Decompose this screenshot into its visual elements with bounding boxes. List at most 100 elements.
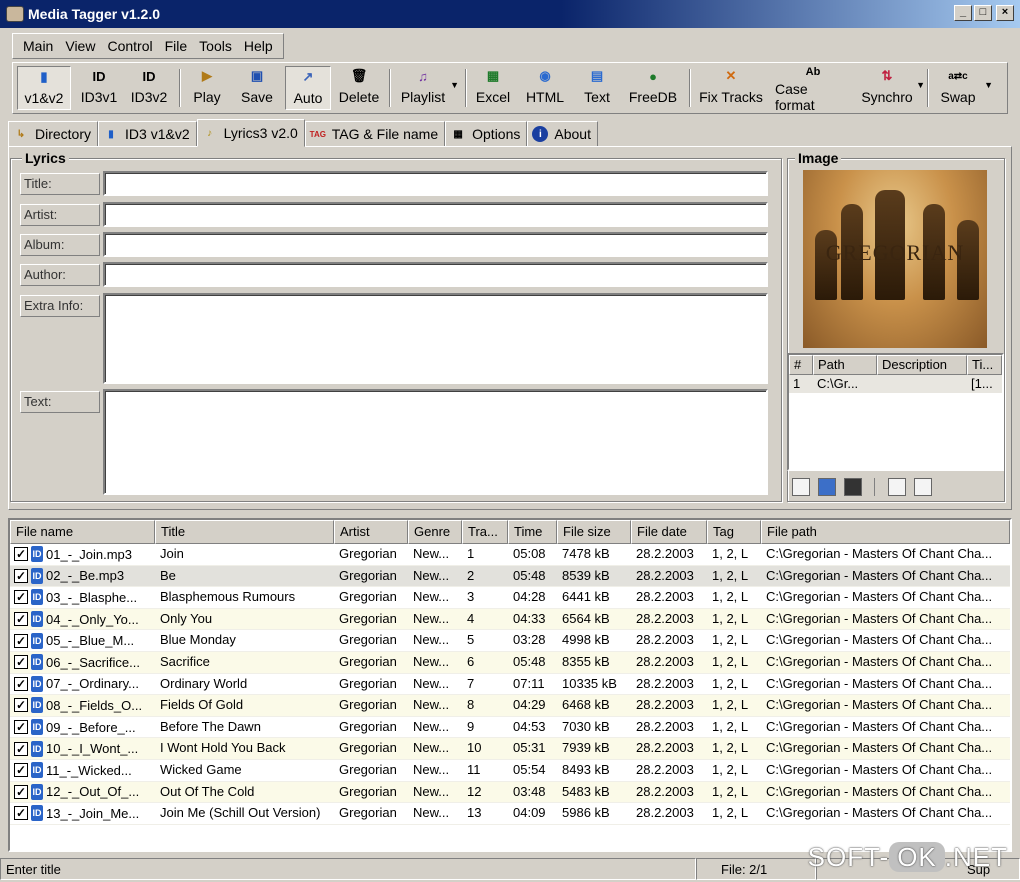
freedb-button[interactable]: ● FreeDB: [625, 66, 681, 110]
file-row[interactable]: ✓ ID 03_-_Blasphe... Blasphemous Rumours Gre…: [10, 587, 1010, 609]
menu-file[interactable]: File: [159, 38, 194, 54]
file-checkbox[interactable]: ✓: [14, 741, 28, 756]
file-checkbox[interactable]: ✓: [14, 720, 28, 735]
file-checkbox[interactable]: ✓: [14, 633, 28, 648]
mp3-file-icon: ID: [31, 805, 43, 822]
artist-input[interactable]: [103, 202, 768, 227]
file-cell: New...: [413, 761, 450, 777]
synchro-button[interactable]: ⇅ Synchro ▼: [861, 66, 925, 110]
file-row[interactable]: ✓ ID 02_-_Be.mp3 Be Gregorian New... 2 05:48 853…: [10, 565, 1010, 588]
image-col-type[interactable]: Ti...: [967, 355, 1002, 375]
col-time[interactable]: Time: [508, 520, 557, 544]
id3v2-button[interactable]: ID ID3v2: [125, 66, 173, 110]
lyrics-text-textarea[interactable]: [103, 389, 768, 495]
col-title[interactable]: Title: [155, 520, 334, 544]
maximize-button[interactable]: □: [974, 5, 992, 21]
id3v1-button[interactable]: ID ID3v1: [75, 66, 123, 110]
file-checkbox[interactable]: ✓: [14, 655, 28, 670]
file-cell: 1, 2, L: [712, 697, 749, 713]
file-cell: 10335 kB: [562, 675, 617, 691]
playlist-button[interactable]: ♫ Playlist ▼: [399, 66, 459, 110]
playlist-dropdown-icon[interactable]: ▼: [450, 80, 459, 90]
file-row[interactable]: ✓ ID 07_-_Ordinary... Ordinary World Gregori…: [10, 674, 1010, 696]
copy-image-icon[interactable]: [888, 478, 906, 496]
image-col-description[interactable]: Description: [877, 355, 967, 375]
file-cell: Gregorian: [339, 675, 397, 691]
menu-tools[interactable]: Tools: [193, 38, 238, 54]
file-row[interactable]: ✓ ID 13_-_Join_Me... Join Me (Schill Out Ve…: [10, 803, 1010, 825]
tab-tag-file-name[interactable]: TAG TAG & File name: [304, 121, 446, 147]
image-col-path[interactable]: Path: [813, 355, 877, 375]
col-tag[interactable]: Tag: [707, 520, 761, 544]
delete-button[interactable]: 🗑 Delete: [337, 66, 381, 110]
col-file-path[interactable]: File path: [761, 520, 1010, 544]
file-checkbox[interactable]: ✓: [14, 698, 28, 713]
image-row[interactable]: 1 C:\Gr... [1...: [789, 375, 1002, 393]
case-format-button[interactable]: Ab Case format: [775, 66, 851, 113]
file-checkbox[interactable]: ✓: [14, 590, 28, 605]
file-checkbox[interactable]: ✓: [14, 676, 28, 691]
file-cell: Gregorian: [339, 805, 397, 821]
author-input[interactable]: [103, 262, 768, 287]
file-row[interactable]: ✓ ID 05_-_Blue_M... Blue Monday Gregorian New…: [10, 630, 1010, 652]
file-checkbox[interactable]: ✓: [14, 568, 28, 583]
file-cell: Gregorian: [339, 697, 397, 713]
tab-id3[interactable]: ▮ ID3 v1&v2: [98, 121, 197, 147]
minimize-button[interactable]: _: [954, 5, 972, 21]
col-file-size[interactable]: File size: [557, 520, 631, 544]
auto-button[interactable]: ↗ Auto: [285, 66, 331, 110]
synchro-dropdown-icon[interactable]: ▼: [916, 80, 925, 90]
swap-button[interactable]: a⇄c Swap ▼: [935, 66, 993, 110]
file-row[interactable]: ✓ ID 10_-_I_Wont_... I Wont Hold You Back Gr…: [10, 738, 1010, 760]
file-cell: 8355 kB: [562, 653, 610, 669]
file-row[interactable]: ✓ ID 04_-_Only_Yo... Only You Gregorian New..…: [10, 608, 1010, 631]
file-row[interactable]: ✓ ID 01_-_Join.mp3 Join Gregorian New... 1 05:0…: [10, 544, 1010, 566]
tab-options[interactable]: ▦ Options: [445, 121, 528, 147]
file-cell: C:\Gregorian - Masters Of Chant Cha...: [766, 546, 993, 561]
save-button[interactable]: ▣ Save: [235, 66, 279, 110]
file-cell: New...: [413, 805, 450, 821]
file-row[interactable]: ✓ ID 06_-_Sacrifice... Sacrifice Gregorian Ne…: [10, 651, 1010, 674]
image-list: # Path Description Ti... 1 C:\Gr... [1..…: [787, 353, 1004, 471]
col-file-date[interactable]: File date: [631, 520, 707, 544]
menu-control[interactable]: Control: [101, 38, 158, 54]
menu-main[interactable]: Main: [17, 38, 59, 54]
close-button[interactable]: ×: [996, 5, 1014, 21]
tab-lyrics3[interactable]: ♪ Lyrics3 v2.0: [196, 119, 305, 147]
file-row[interactable]: ✓ ID 11_-_Wicked... Wicked Game Gregorian New…: [10, 760, 1010, 782]
file-row[interactable]: ✓ ID 09_-_Before_... Before The Dawn Gregori…: [10, 717, 1010, 739]
col-artist[interactable]: Artist: [334, 520, 408, 544]
case-format-icon: Ab: [805, 66, 821, 78]
image-col-number[interactable]: #: [789, 355, 813, 375]
file-row[interactable]: ✓ ID 08_-_Fields_O... Fields Of Gold Gregori…: [10, 695, 1010, 717]
file-checkbox[interactable]: ✓: [14, 612, 28, 627]
col-file-name[interactable]: File name: [10, 520, 155, 544]
file-checkbox[interactable]: ✓: [14, 784, 28, 799]
new-image-icon[interactable]: [792, 478, 810, 496]
html-button[interactable]: ◉ HTML: [523, 66, 567, 110]
save-image-icon[interactable]: [818, 478, 836, 496]
extra-info-textarea[interactable]: [103, 293, 768, 384]
menu-help[interactable]: Help: [238, 38, 279, 54]
file-row[interactable]: ✓ ID 12_-_Out_Of_... Out Of The Cold Gregori…: [10, 781, 1010, 804]
menu-view[interactable]: View: [59, 38, 101, 54]
file-checkbox[interactable]: ✓: [14, 547, 28, 562]
file-checkbox[interactable]: ✓: [14, 806, 28, 821]
file-cell: Gregorian: [339, 589, 397, 605]
v1v2-button[interactable]: ▮ v1&v2: [17, 66, 71, 110]
col-genre[interactable]: Genre: [408, 520, 462, 544]
tab-directory[interactable]: ↳ Directory: [8, 121, 99, 147]
delete-image-icon[interactable]: [844, 478, 862, 496]
swap-dropdown-icon[interactable]: ▼: [984, 80, 993, 90]
swap-icon: a⇄c: [948, 70, 968, 82]
play-button[interactable]: ▶ Play: [187, 66, 227, 110]
paste-image-icon[interactable]: [914, 478, 932, 496]
col-track[interactable]: Tra...: [462, 520, 508, 544]
file-checkbox[interactable]: ✓: [14, 763, 28, 778]
tab-about[interactable]: i About: [527, 121, 598, 147]
title-input[interactable]: [103, 171, 768, 196]
excel-button[interactable]: ▦ Excel: [473, 66, 513, 110]
text-button[interactable]: ▤ Text: [579, 66, 615, 110]
fix-tracks-button[interactable]: ✕ Fix Tracks: [697, 66, 765, 110]
album-input[interactable]: [103, 232, 768, 257]
